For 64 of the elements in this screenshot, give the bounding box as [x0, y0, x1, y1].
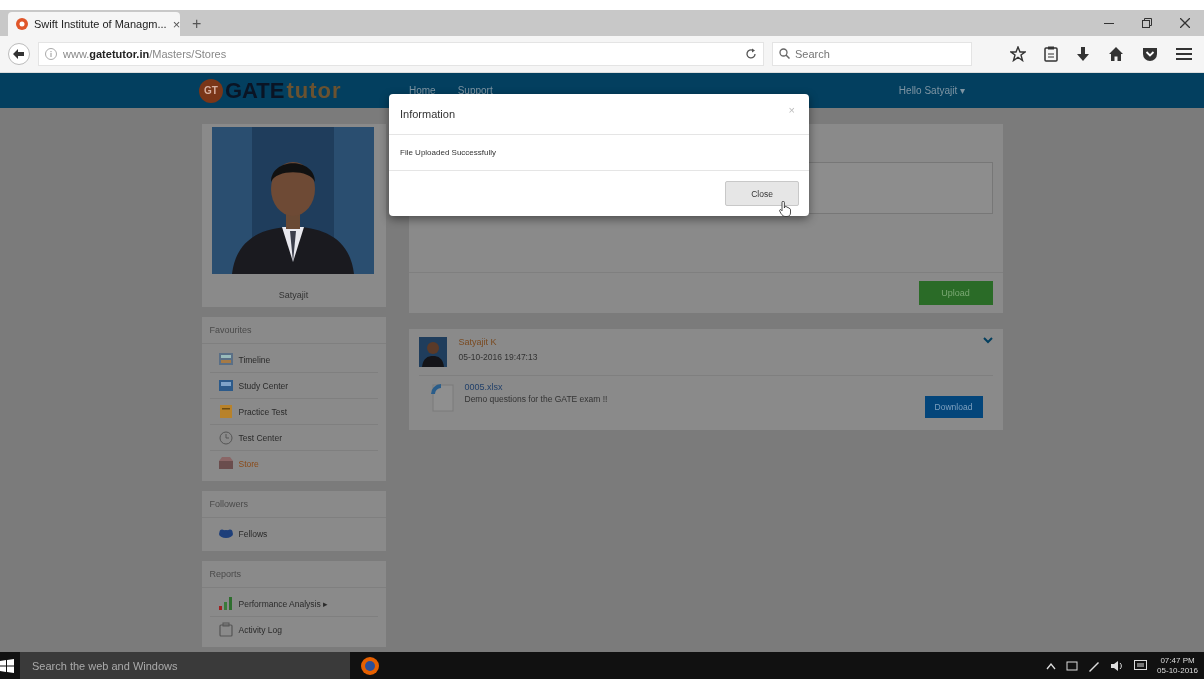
download-icon[interactable] — [1076, 46, 1090, 62]
reload-icon[interactable] — [745, 48, 757, 60]
nav-link[interactable]: Home — [409, 85, 436, 96]
chevron-down-icon[interactable] — [982, 337, 993, 344]
sidebar-item[interactable]: Performance Analysis ▸ — [209, 591, 378, 617]
search-field[interactable]: Search — [772, 42, 972, 66]
home-icon[interactable] — [1108, 46, 1124, 62]
logo-text: GATE — [225, 77, 285, 104]
speaker-icon[interactable] — [1110, 659, 1125, 672]
panel-heading: Favourites — [201, 317, 386, 344]
nav-link[interactable]: Support — [457, 85, 493, 96]
taskbar-search-field[interactable]: Search the web and Windows — [20, 652, 350, 679]
chevron-up-icon[interactable] — [1046, 661, 1057, 670]
post-time: 05-10-2016 19:47:13 — [458, 352, 538, 362]
notepad-icon — [217, 404, 234, 419]
dialog-title: Information — [400, 108, 456, 120]
network-icon[interactable] — [1066, 659, 1079, 672]
tab-close-button[interactable]: × — [172, 16, 181, 32]
tab-title: Swift Institute of Managm... — [34, 18, 167, 30]
pocket-icon[interactable] — [1142, 46, 1158, 62]
browser-icon[interactable] — [360, 655, 380, 676]
document-icon — [428, 382, 455, 412]
logo-badge: GT — [199, 78, 223, 103]
windows-icon[interactable] — [0, 658, 14, 673]
dialog-message: File Uploaded Successfully — [389, 135, 809, 171]
logo-text: tutor — [286, 77, 342, 104]
sidebar-item[interactable]: Study Center — [209, 373, 378, 399]
info-icon — [45, 48, 57, 60]
sidebar-item[interactable]: Test Center — [209, 425, 378, 451]
site-icon — [16, 18, 28, 30]
user-menu[interactable]: Hello Satyajit ▾ — [898, 85, 965, 96]
clock-icon — [217, 430, 234, 445]
bar-chart-icon — [217, 596, 234, 611]
sidebar-item[interactable]: Practice Test — [209, 399, 378, 425]
search-icon — [779, 48, 790, 59]
close-button[interactable]: Close — [725, 181, 799, 206]
store-icon — [217, 456, 234, 471]
back-icon[interactable] — [8, 43, 30, 65]
sidebar-item[interactable]: Activity Log — [209, 617, 378, 642]
clipboard-icon — [217, 622, 234, 637]
restore-icon[interactable] — [1142, 18, 1152, 28]
pen-icon[interactable] — [1088, 659, 1101, 672]
timeline-icon — [217, 352, 234, 367]
avatar-icon — [418, 337, 447, 367]
clipboard-icon[interactable] — [1044, 46, 1058, 62]
menu-icon[interactable] — [1176, 46, 1192, 62]
address-field[interactable]: www.gatetutor.in/Masters/Stores — [38, 42, 764, 66]
close-icon[interactable] — [1180, 18, 1190, 28]
upload-button[interactable]: Upload — [918, 281, 993, 305]
sidebar-item[interactable]: Timeline — [209, 347, 378, 373]
monitor-icon — [217, 378, 234, 393]
file-name[interactable]: 0005.xlsx — [464, 382, 608, 392]
browser-tab[interactable]: Swift Institute of Managm... × — [8, 12, 180, 36]
sidebar-item[interactable]: Fellows — [209, 521, 378, 546]
profile-name: Satyajit — [201, 284, 386, 307]
new-tab-button[interactable]: + — [188, 12, 206, 36]
star-icon[interactable] — [1010, 46, 1026, 62]
clock-date[interactable]: 05-10-2016 — [1157, 665, 1198, 676]
notification-icon[interactable] — [1134, 659, 1148, 672]
clock-time[interactable]: 07:47 PM — [1157, 655, 1198, 666]
author-name[interactable]: Satyajit K — [458, 337, 538, 347]
download-button[interactable]: Download — [924, 396, 983, 418]
panel-heading: Followers — [201, 491, 386, 518]
file-description: Demo questions for the GATE exam !! — [464, 394, 608, 404]
